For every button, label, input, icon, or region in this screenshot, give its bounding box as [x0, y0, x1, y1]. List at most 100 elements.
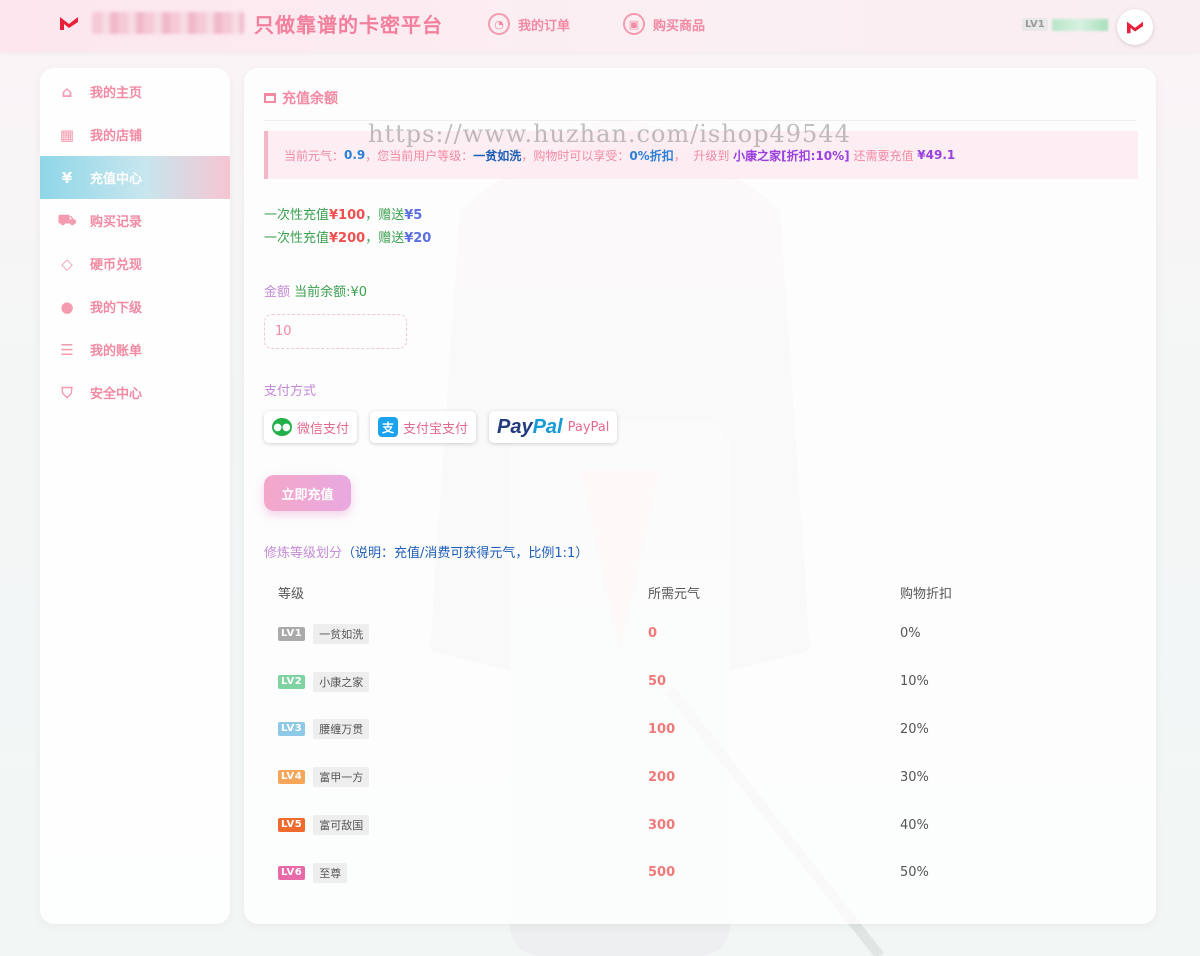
current-qi-value: 0.9 [344, 148, 366, 162]
level-name: 至尊 [313, 862, 348, 883]
sidebar-item-recharge[interactable]: ¥ 充值中心 [40, 156, 230, 199]
offer-mid: ，赠送 [365, 208, 405, 223]
shop-bag-icon: ▣ [623, 13, 645, 35]
discount-cell: 0% [900, 626, 921, 642]
level-tag: LV3 [278, 722, 306, 737]
order-icon: ◔ [488, 13, 510, 35]
required-qi-cell: 100 [648, 721, 676, 737]
recharge-offers: 一次性充值¥100，赠送¥5 一次性充值¥200，赠送¥20 [264, 204, 431, 250]
discount-cell: 50% [900, 865, 929, 881]
nav-my-orders[interactable]: ◔ 我的订单 [488, 12, 570, 36]
level-cell: LV1 一贫如洗 [264, 623, 634, 644]
offer-bonus: ¥5 [404, 208, 423, 223]
top-bar: 只做靠谱的卡密平台 ◔ 我的订单 ▣ 购买商品 LV1 [0, 0, 1200, 52]
sidebar-item-label: 我的店铺 [90, 129, 143, 144]
page-title-text: 充值余额 [282, 91, 338, 107]
level-tag: LV1 [278, 626, 306, 641]
col-header-discount: 购物折扣 [900, 586, 953, 602]
level-title-note: （说明：充值/消费可获得元气，比例1:1） [342, 546, 589, 561]
current-discount: 0%折扣 [629, 148, 674, 163]
site-slogan: 只做靠谱的卡密平台 [254, 13, 443, 37]
sidebar-item-subordinates[interactable]: ● 我的下级 [40, 285, 230, 328]
recharge-now-button[interactable]: 立即充值 [264, 475, 351, 511]
paypal-logo-part: Pal [532, 415, 563, 438]
level-cell: LV2 小康之家 [264, 671, 634, 692]
nav-buy-products[interactable]: ▣ 购买商品 [623, 12, 705, 36]
wechat-pay-button[interactable]: ●● 微信支付 [264, 411, 358, 443]
table-row: LV1 一贫如洗 0 0% [264, 610, 1136, 658]
level-title-text: 修炼等级划分 [264, 546, 343, 561]
level-name: 小康之家 [313, 671, 370, 692]
paypal-logo-icon: PayPal [497, 416, 563, 439]
level-cell: LV6 至尊 [264, 862, 634, 883]
col-header-level: 等级 [278, 586, 305, 602]
required-qi-cell: 300 [648, 817, 676, 833]
discount-cell: 10% [900, 674, 929, 690]
level-tag: LV6 [278, 865, 306, 880]
discount-cell: 20% [900, 721, 929, 737]
offer-line: 一次性充值¥100，赠送¥5 [264, 204, 431, 227]
sidebar-item-bills[interactable]: ☰ 我的账单 [40, 328, 230, 371]
sidebar-item-home[interactable]: ⌂ 我的主页 [40, 70, 230, 113]
level-tag: LV5 [278, 818, 306, 833]
required-qi-cell: 200 [648, 769, 676, 785]
alipay-button[interactable]: 支 支付宝支付 [370, 411, 477, 443]
table-body: LV1 一贫如洗 0 0% LV2 小康之家 50 10% LV3 腰缠万贯 100 20% LV4 富甲… [264, 610, 1136, 897]
sidebar-item-label: 我的下级 [90, 301, 143, 316]
nav-my-orders-label: 我的订单 [518, 18, 571, 34]
paypal-button[interactable]: PayPal PayPal [489, 411, 618, 443]
sidebar-item-store[interactable]: ▦ 我的店铺 [40, 113, 230, 156]
table-row: LV3 腰缠万贯 100 20% [264, 706, 1136, 754]
notice-text: ，您当前用户等级： [365, 148, 474, 163]
level-cell: LV3 腰缠万贯 [264, 719, 634, 740]
amount-input[interactable] [264, 314, 407, 349]
discount-cell: 40% [900, 817, 929, 833]
avatar[interactable] [1117, 9, 1153, 45]
store-icon: ▦ [59, 125, 75, 144]
sidebar-item-purchase-records[interactable]: ⛟ 购买记录 [40, 199, 230, 242]
watermark-text: https://www.huzhan.com/ishop49544 [368, 120, 851, 148]
level-tag: LV2 [278, 674, 306, 689]
user-level-badge: LV1 [1022, 18, 1048, 31]
current-level-name: 一贫如洗 [473, 148, 522, 163]
table-row: LV5 富可敌国 300 40% [264, 801, 1136, 849]
offer-prefix: 一次性充值 [264, 208, 330, 223]
offer-mid: ，赠送 [365, 231, 405, 246]
paypal-logo-part: Pay [497, 415, 533, 438]
logo-icon[interactable] [58, 14, 80, 32]
sidebar-item-coin-cashout[interactable]: ◇ 硬币兑现 [40, 242, 230, 285]
card-icon [264, 93, 276, 103]
level-cell: LV4 富甲一方 [264, 767, 634, 788]
sidebar-item-security[interactable]: ⛉ 安全中心 [40, 371, 230, 414]
sidebar-item-label: 安全中心 [90, 387, 143, 402]
payment-method-label: 支付方式 [264, 384, 317, 399]
bill-icon: ☰ [60, 340, 74, 359]
sidebar-item-label: 我的主页 [90, 86, 143, 101]
table-row: LV4 富甲一方 200 30% [264, 753, 1136, 801]
recharge-panel: 充值余额 当前元气： 0.9 ，您当前用户等级： 一贫如洗 ，购物时可以享受： … [244, 68, 1156, 924]
offer-prefix: 一次性充值 [264, 231, 330, 246]
required-qi-cell: 50 [648, 674, 667, 690]
home-icon: ⌂ [61, 82, 73, 101]
diamond-icon: ◇ [61, 254, 73, 273]
site-name-obscured [92, 12, 244, 34]
level-table: 等级 所需元气 购物折扣 LV1 一贫如洗 0 0% LV2 小康之家 50 10% LV3 腰缠… [264, 574, 1136, 897]
sidebar-item-label: 我的账单 [90, 344, 143, 359]
offer-amount: ¥100 [329, 208, 366, 223]
level-section-title: 修炼等级划分（说明：充值/消费可获得元气，比例1:1） [264, 542, 588, 561]
notice-text: 当前元气： [284, 148, 345, 163]
table-header: 等级 所需元气 购物折扣 [264, 574, 1136, 610]
next-level-name: 小康之家[折扣:10%] [733, 148, 850, 163]
paypal-label: PayPal [567, 419, 610, 435]
notice-text: 还需要充值 [849, 148, 918, 163]
col-header-required-qi: 所需元气 [648, 586, 701, 602]
current-balance: 当前余额:¥0 [294, 285, 368, 300]
required-qi-cell: 500 [648, 865, 676, 881]
level-name: 一贫如洗 [313, 623, 370, 644]
amount-label-text: 金额 [264, 285, 291, 300]
offer-line: 一次性充值¥200，赠送¥20 [264, 227, 431, 250]
table-row: LV2 小康之家 50 10% [264, 658, 1136, 706]
username-obscured[interactable] [1052, 19, 1108, 31]
alipay-label: 支付宝支付 [403, 421, 469, 437]
page-title: 充值余额 [264, 88, 338, 108]
